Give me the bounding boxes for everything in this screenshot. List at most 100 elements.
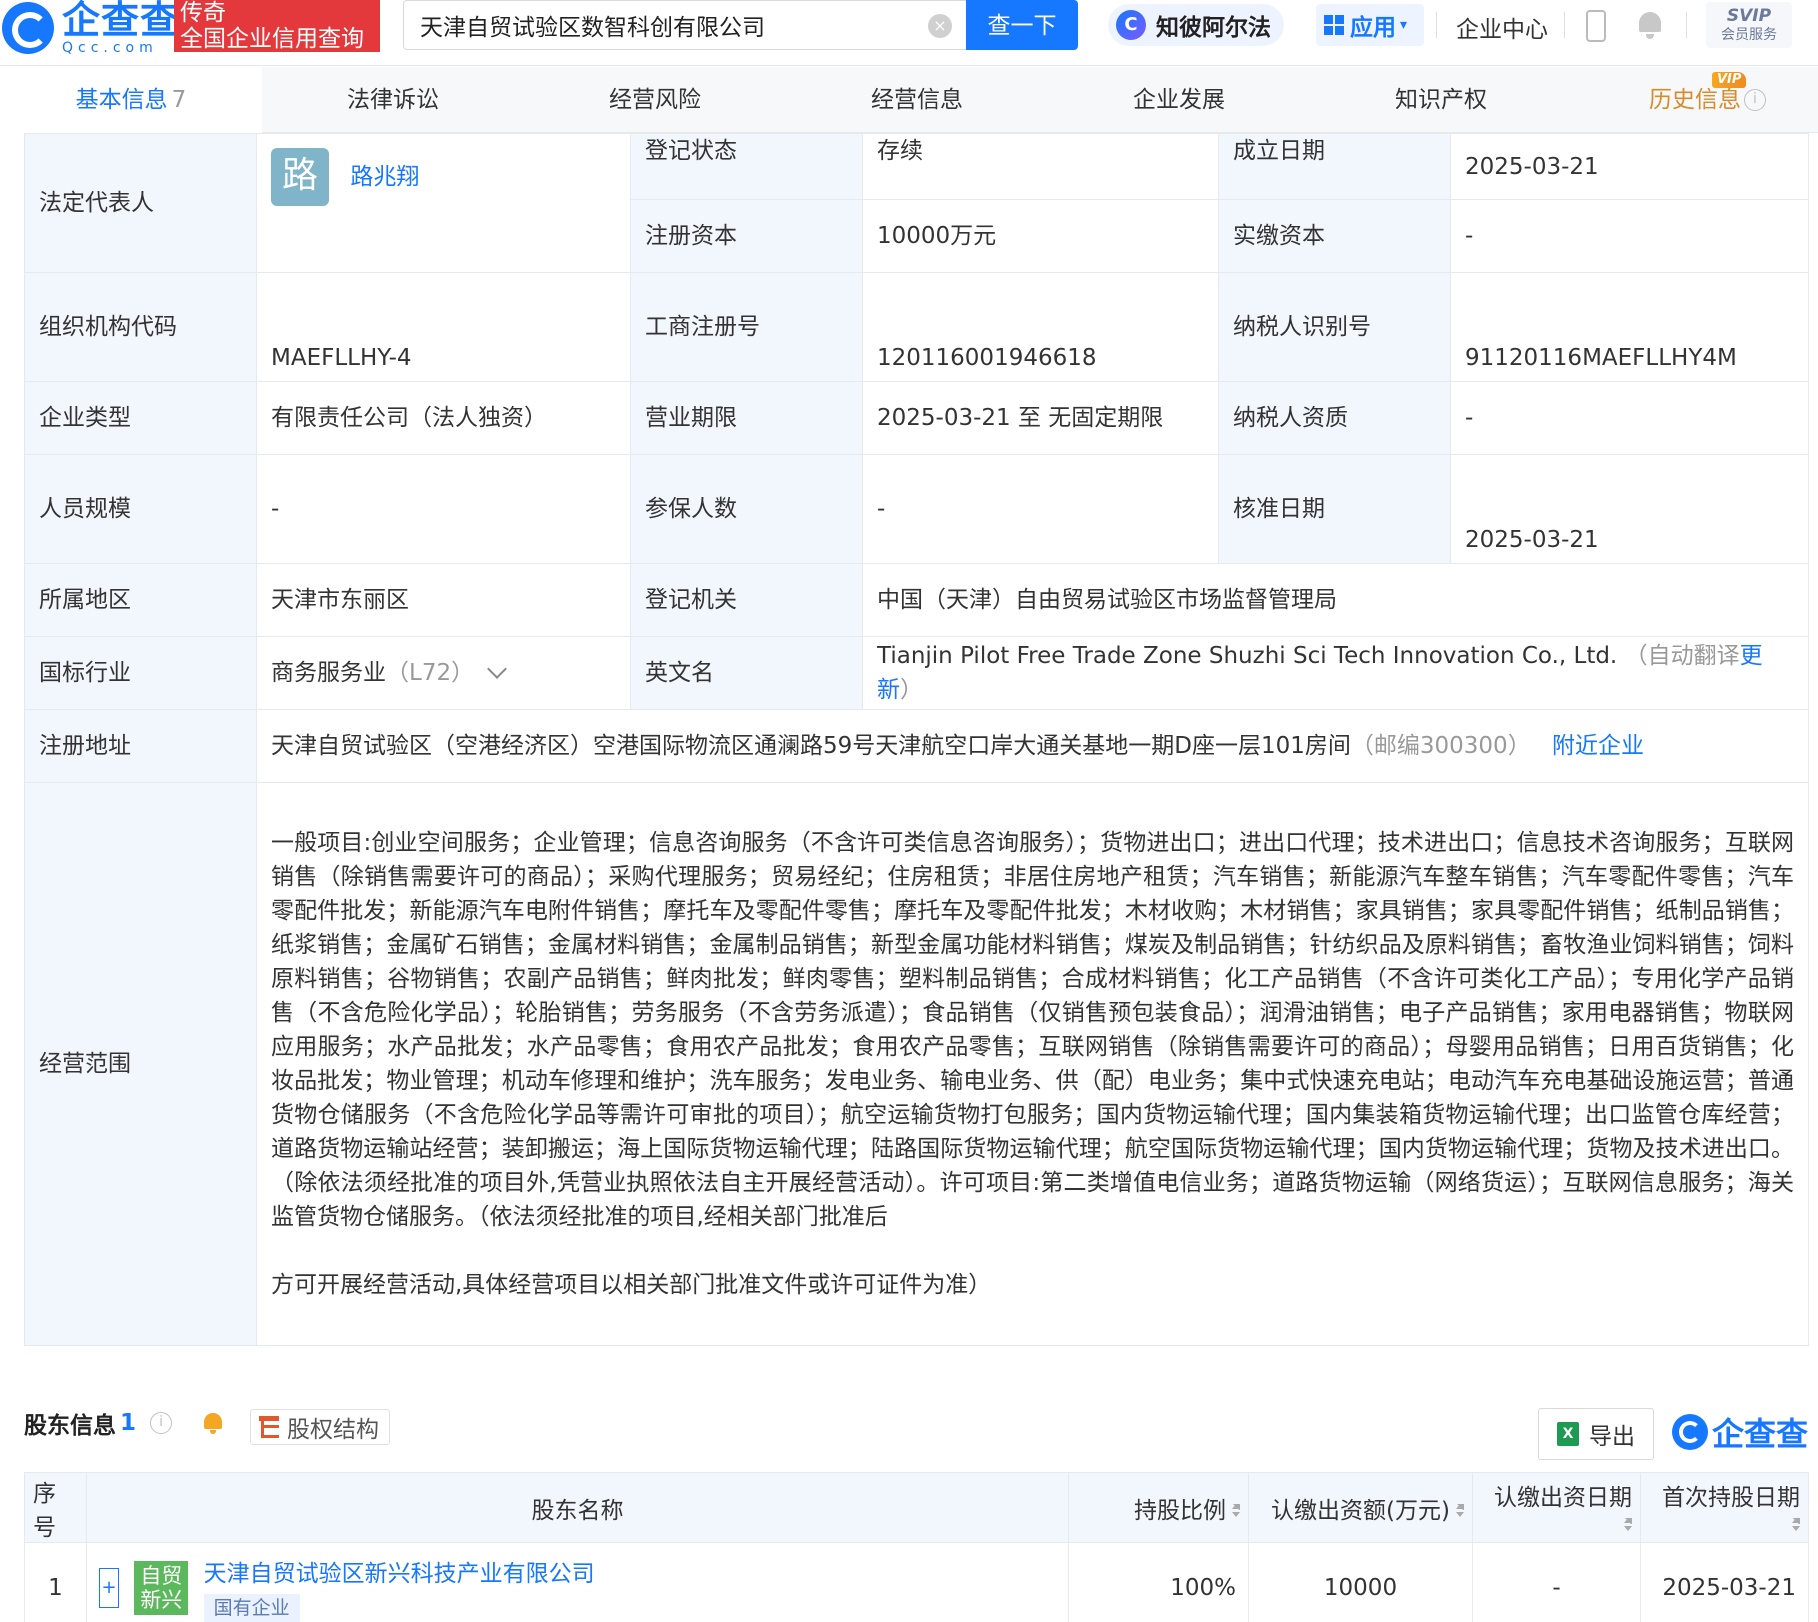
- postcode: （邮编300300）: [1350, 733, 1531, 759]
- sort-icon[interactable]: [1232, 1504, 1240, 1518]
- row-index: 1: [24, 1542, 87, 1622]
- table-row: 经营范围 一般项目:创业空间服务；企业管理；信息咨询服务（不含许可类信息咨询服务…: [24, 782, 1809, 1346]
- authority-label: 登记机关: [630, 563, 863, 637]
- scope-text: 一般项目:创业空间服务；企业管理；信息咨询服务（不含许可类信息咨询服务）；货物进…: [271, 830, 1794, 1230]
- address-cell: 天津自贸试验区（空港经济区）空港国际物流区通澜路59号天津航空口岸大通关基地一期…: [256, 709, 1809, 783]
- term-value: 2025-03-21 至 无固定期限: [862, 381, 1219, 455]
- logo-text-en: Qcc.com: [62, 40, 158, 56]
- approve-date-value: 2025-03-21: [1450, 454, 1809, 564]
- first-date-value: 2025-03-21: [1640, 1542, 1809, 1622]
- paid-capital-value: -: [1450, 199, 1809, 273]
- tab-business-info[interactable]: 经营信息: [786, 67, 1048, 133]
- org-code-value: MAEFLLHY-4: [256, 272, 631, 382]
- chevron-down-icon[interactable]: [487, 659, 507, 679]
- insured-label: 参保人数: [630, 454, 863, 564]
- table-row: 1 + 自贸 新兴 天津自贸试验区新兴科技产业有限公司 国有企业 100% 10…: [24, 1542, 1809, 1622]
- col-ratio[interactable]: 持股比例: [1068, 1472, 1249, 1543]
- address-label: 注册地址: [24, 709, 257, 783]
- top-header: 企查查 Qcc.com 传奇 全国企业信用查询 天津自贸试验区数智科创有限公司 …: [0, 0, 1818, 66]
- export-button[interactable]: X 导出: [1538, 1408, 1654, 1460]
- industry-cell[interactable]: 商务服务业（L72）: [256, 636, 631, 710]
- industry-code: （L72）: [386, 660, 475, 686]
- avatar: 路: [271, 148, 329, 206]
- table-row: 人员规模 - 参保人数 - 核准日期 2025-03-21: [24, 454, 1809, 564]
- vip-badge: VIP: [1712, 72, 1747, 88]
- col-amount[interactable]: 认缴出资额(万元): [1248, 1472, 1473, 1543]
- monitor-bell-icon[interactable]: [202, 1412, 224, 1434]
- excel-icon: X: [1557, 1422, 1579, 1446]
- tab-legal[interactable]: 法律诉讼: [262, 67, 524, 133]
- notification-bell-icon[interactable]: [1636, 10, 1664, 40]
- svip-member-button[interactable]: SVIP 会员服务: [1706, 2, 1792, 48]
- nearby-companies-link[interactable]: 附近企业: [1552, 733, 1644, 759]
- staff-label: 人员规模: [24, 454, 257, 564]
- reg-capital-value: 10000万元: [862, 199, 1219, 273]
- qcc-logo[interactable]: 企查查 Qcc.com: [0, 0, 179, 56]
- main-tabs: 基本信息 7 法律诉讼 经营风险 经营信息 企业发展 知识产权 历史信息: [0, 67, 1818, 133]
- state-owned-tag: 国有企业: [203, 1593, 300, 1622]
- biz-reg-no-value: 120116001946618: [862, 272, 1219, 382]
- qcc-logo-icon: [1672, 1414, 1708, 1450]
- col-sub-date[interactable]: 认缴出资日期: [1472, 1472, 1641, 1543]
- authority-value: 中国（天津）自由贸易试验区市场监督管理局: [862, 563, 1809, 637]
- qcc-logo-icon: [2, 2, 54, 54]
- mobile-phone-icon[interactable]: [1586, 10, 1606, 42]
- shareholder-header: 股东信息 1 i: [24, 1400, 224, 1446]
- sort-icon[interactable]: [1456, 1504, 1464, 1518]
- col-name: 股东名称: [86, 1472, 1069, 1543]
- clear-search-icon[interactable]: ×: [928, 14, 952, 38]
- legal-rep-label: 法定代表人: [24, 133, 257, 273]
- found-date-label: 成立日期: [1218, 133, 1451, 200]
- region-label: 所属地区: [24, 563, 257, 637]
- en-name-label: 英文名: [630, 636, 863, 710]
- search-input[interactable]: 天津自贸试验区数智科创有限公司: [403, 0, 966, 50]
- tab-history[interactable]: 历史信息: [1572, 67, 1818, 133]
- found-date-value: 2025-03-21: [1450, 133, 1809, 200]
- info-icon[interactable]: i: [150, 1412, 173, 1434]
- region-value: 天津市东丽区: [256, 563, 631, 637]
- qcc-watermark-logo: 企查查: [1672, 1410, 1808, 1454]
- ai-logo-icon: C: [1116, 10, 1146, 40]
- logo-text-cn: 企查查: [62, 0, 180, 42]
- shareholder-name-link[interactable]: 天津自贸试验区新兴科技产业有限公司: [204, 1554, 595, 1588]
- legal-rep-name-link[interactable]: 路兆翔: [350, 164, 419, 190]
- table-header-row: 序号 股东名称 持股比例 认缴出资额(万元) 认缴出资日期 首次持股日期: [24, 1472, 1809, 1543]
- approve-date-label: 核准日期: [1218, 454, 1451, 564]
- scope-cell: 一般项目:创业空间服务；企业管理；信息咨询服务（不含许可类信息咨询服务）；货物进…: [256, 782, 1809, 1346]
- slogan-banner: 传奇 全国企业信用查询: [174, 0, 380, 52]
- search-button[interactable]: 查一下: [966, 0, 1078, 50]
- amount-value: 10000: [1248, 1542, 1473, 1622]
- ai-assistant-button[interactable]: C 知彼阿尔法: [1108, 4, 1284, 46]
- term-label: 营业期限: [630, 381, 863, 455]
- taxpayer-qual-value: -: [1450, 381, 1809, 455]
- tab-development[interactable]: 企业发展: [1048, 67, 1310, 133]
- apps-menu-button[interactable]: 应用 ▾: [1316, 4, 1424, 46]
- shareholder-table: 序号 股东名称 持股比例 认缴出资额(万元) 认缴出资日期 首次持股日期 1 +…: [24, 1472, 1809, 1622]
- info-icon[interactable]: i: [1744, 89, 1766, 111]
- table-row: 组织机构代码 MAEFLLHY-4 工商注册号 120116001946618 …: [24, 272, 1809, 382]
- basic-info-table: 法定代表人 路 路兆翔 登记状态 存续 成立日期 2025-03-21 注册资本…: [24, 133, 1809, 1346]
- equity-structure-button[interactable]: 股权结构: [250, 1409, 390, 1445]
- industry-value: 商务服务业: [271, 660, 386, 686]
- tab-ip[interactable]: 知识产权: [1310, 67, 1572, 133]
- col-first-date[interactable]: 首次持股日期: [1640, 1472, 1809, 1543]
- staff-value: -: [256, 454, 631, 564]
- scope-label: 经营范围: [24, 782, 257, 1346]
- table-row: 法定代表人 路 路兆翔 登记状态 存续 成立日期 2025-03-21: [24, 133, 1809, 273]
- tab-basic-info[interactable]: 基本信息 7: [0, 67, 262, 133]
- ent-type-value: 有限责任公司（法人独资）: [256, 381, 631, 455]
- caret-down-icon: ▾: [1400, 17, 1408, 33]
- expand-plus-icon[interactable]: +: [99, 1567, 119, 1608]
- scope-tail-text: 方可开展经营活动,具体经营项目以相关部门批准文件或许可证件为准）: [271, 1272, 992, 1298]
- insured-value: -: [862, 454, 1219, 564]
- sort-icon[interactable]: [1792, 1518, 1800, 1532]
- tab-business-risk[interactable]: 经营风险: [524, 67, 786, 133]
- shareholder-count: 1: [120, 1410, 137, 1436]
- table-row: 注册地址 天津自贸试验区（空港经济区）空港国际物流区通澜路59号天津航空口岸大通…: [24, 709, 1809, 783]
- table-row: 所属地区 天津市东丽区 登记机关 中国（天津）自由贸易试验区市场监督管理局: [24, 563, 1809, 637]
- reg-status-label: 登记状态: [630, 133, 863, 200]
- grid-icon: [1324, 15, 1344, 35]
- sort-icon[interactable]: [1624, 1518, 1632, 1532]
- company-logo: 自贸 新兴: [134, 1560, 189, 1615]
- enterprise-center-link[interactable]: 企业中心: [1456, 10, 1548, 44]
